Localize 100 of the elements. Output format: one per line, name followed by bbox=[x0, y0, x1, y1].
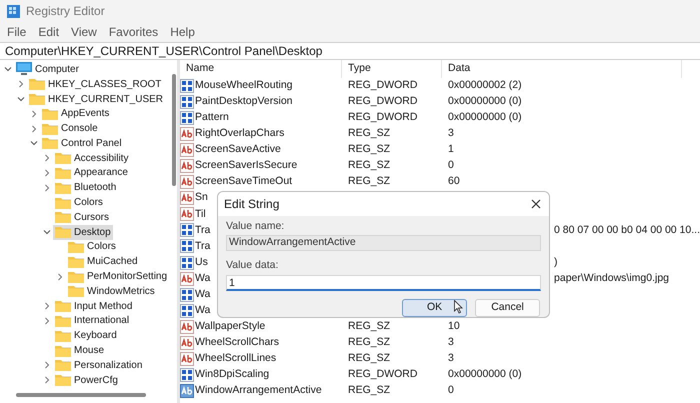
app-icon bbox=[7, 4, 20, 18]
chevron-down-icon[interactable] bbox=[17, 94, 25, 103]
table-cell: 3 bbox=[448, 352, 454, 364]
tree-item[interactable]: Mouse bbox=[53, 343, 106, 358]
tree-item[interactable]: AppEvents bbox=[40, 106, 112, 122]
chevron-right-icon[interactable] bbox=[56, 272, 64, 281]
table-cell-text: RightOverlapChars bbox=[195, 126, 284, 142]
table-cell: 0x00000000 (0) bbox=[448, 368, 522, 380]
menu-item[interactable]: Favorites bbox=[108, 23, 158, 41]
table-cell: ) bbox=[554, 256, 558, 268]
tree-item-label: Keyboard bbox=[74, 329, 117, 344]
folder-icon bbox=[55, 152, 71, 164]
tree-item-label: HKEY_CURRENT_USER bbox=[48, 92, 164, 106]
tree-item[interactable]: International bbox=[53, 313, 132, 328]
table-cell-text: Wa bbox=[195, 270, 210, 286]
folder-icon bbox=[42, 108, 58, 120]
table-cell: 1 bbox=[448, 143, 454, 156]
folder-icon bbox=[68, 270, 84, 283]
table-cell-text: Wa bbox=[195, 286, 210, 302]
folder-icon bbox=[55, 211, 71, 224]
scrollbar[interactable] bbox=[172, 74, 176, 186]
table-cell: REG_DWORD bbox=[348, 95, 418, 108]
tree-item-label: AppEvents bbox=[61, 107, 110, 122]
scrollbar[interactable] bbox=[16, 393, 146, 397]
tree-item[interactable]: Control Panel bbox=[40, 136, 124, 151]
folder-icon bbox=[55, 300, 71, 312]
tree-item[interactable]: MuiCached bbox=[66, 254, 140, 270]
menu-item[interactable]: Help bbox=[170, 23, 195, 41]
tree-item[interactable]: Keyboard bbox=[53, 328, 119, 344]
field-label: Value data: bbox=[226, 258, 280, 274]
tree-item[interactable]: Colors bbox=[53, 195, 105, 210]
tree-item[interactable]: WindowMetrics bbox=[66, 284, 157, 299]
column-header[interactable]: Type bbox=[342, 60, 442, 78]
menu-item[interactable]: Edit bbox=[38, 23, 60, 41]
tree-item[interactable]: Personalization bbox=[53, 358, 144, 373]
table-cell: REG_DWORD bbox=[348, 79, 418, 92]
field-label: Value name: bbox=[226, 218, 286, 234]
folder-icon bbox=[55, 344, 71, 357]
tree-item[interactable]: Bluetooth bbox=[53, 180, 118, 196]
address-bar[interactable]: Computer\HKEY_CURRENT_USER\Control Panel\Desktop bbox=[0, 42, 700, 60]
tree-item-label: Computer bbox=[35, 62, 79, 77]
table-cell: REG_SZ bbox=[348, 384, 390, 396]
menu-item[interactable]: View bbox=[71, 23, 97, 41]
column-header[interactable]: Data bbox=[442, 60, 682, 78]
folder-icon bbox=[55, 330, 71, 342]
chevron-down-icon[interactable] bbox=[43, 228, 51, 236]
table-cell: REG_DWORD bbox=[348, 111, 418, 124]
menu-item[interactable]: File bbox=[7, 23, 26, 41]
tree-item[interactable]: Cursors bbox=[53, 210, 112, 225]
tree-item-label: Control Panel bbox=[61, 136, 122, 151]
chevron-down-icon[interactable] bbox=[30, 139, 38, 148]
table-cell-text: PaintDesktopVersion bbox=[195, 94, 293, 110]
folder-icon bbox=[55, 359, 71, 372]
tree-item[interactable]: HKEY_CURRENT_USER bbox=[27, 92, 166, 106]
table-cell-text: ScreenSaverIsSecure bbox=[195, 158, 298, 174]
value-data-field[interactable]: 1 bbox=[226, 275, 542, 291]
dialog-button[interactable]: Cancel bbox=[475, 299, 540, 317]
table-cell: 10 bbox=[448, 320, 460, 332]
close-icon[interactable] bbox=[531, 198, 542, 209]
chevron-right-icon[interactable] bbox=[17, 80, 25, 88]
tree-item[interactable]: PerMonitorSetting bbox=[66, 269, 170, 284]
tree-item[interactable]: PowerCfg bbox=[53, 372, 120, 388]
column-header[interactable]: Name bbox=[180, 60, 342, 78]
tree-item[interactable]: Appearance bbox=[53, 165, 130, 180]
tree-item-label: PerMonitorSetting bbox=[87, 270, 168, 284]
folder-icon bbox=[29, 93, 45, 105]
folder-icon bbox=[42, 122, 58, 135]
tree-item[interactable]: Colors bbox=[66, 239, 118, 254]
table-cell: paper\Windows\img0.jpg bbox=[554, 272, 670, 284]
tree-item-label: PowerCfg bbox=[74, 374, 118, 388]
dialog-button[interactable]: OK bbox=[402, 299, 468, 317]
chevron-down-icon[interactable] bbox=[4, 65, 12, 74]
tree-item[interactable]: Console bbox=[40, 121, 100, 136]
table-cell: REG_SZ bbox=[348, 127, 390, 140]
folder-icon bbox=[55, 314, 71, 327]
folder-icon bbox=[55, 166, 71, 179]
mouse-pointer-icon bbox=[454, 300, 464, 314]
tree-item-label: Desktop bbox=[74, 226, 111, 240]
table-cell-text: Tra bbox=[195, 222, 210, 238]
table-cell-text: WheelScrollChars bbox=[195, 334, 280, 350]
table-cell-text: WheelScrollLines bbox=[195, 350, 276, 366]
tree-item-label: Appearance bbox=[74, 166, 128, 180]
table-cell: 3 bbox=[448, 336, 454, 348]
folder-icon bbox=[55, 196, 71, 209]
table-cell: 0 bbox=[448, 159, 454, 172]
table-cell-text: ScreenSaveActive bbox=[195, 142, 281, 158]
table-cell-text: Us bbox=[195, 254, 208, 270]
tree-item-label: WindowMetrics bbox=[87, 284, 155, 299]
folder-icon bbox=[55, 374, 71, 386]
tree-item[interactable]: Input Method bbox=[53, 298, 134, 314]
tree-item[interactable]: Desktop bbox=[53, 224, 113, 240]
table-cell-text: ScreenSaveTimeOut bbox=[195, 174, 292, 190]
tree-item[interactable]: Computer bbox=[14, 62, 81, 77]
table-cell: REG_SZ bbox=[348, 143, 390, 156]
table-cell-text: WallpaperStyle bbox=[195, 318, 266, 334]
table-cell-text: WindowArrangementActive bbox=[195, 383, 322, 398]
window-title: Registry Editor bbox=[26, 3, 105, 20]
tree-item[interactable]: HKEY_CLASSES_ROOT bbox=[27, 76, 164, 92]
tree-item-label: Console bbox=[61, 122, 98, 136]
tree-item[interactable]: Accessibility bbox=[53, 150, 130, 166]
